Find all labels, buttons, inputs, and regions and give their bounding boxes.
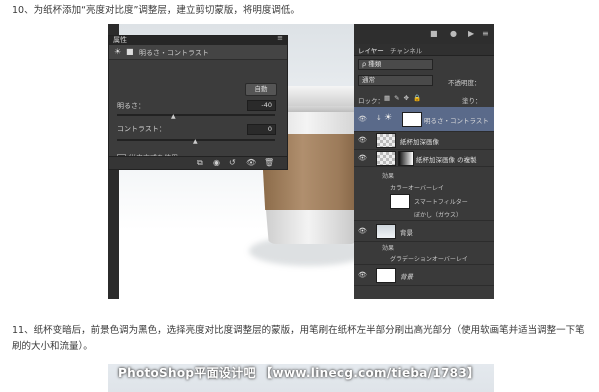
layer-thumbnail[interactable] [376, 133, 396, 148]
reset-icon[interactable]: ↺ [229, 158, 236, 167]
layer-thumbnail[interactable] [376, 151, 396, 166]
filter-kind-select[interactable]: ρ 種類 [358, 59, 433, 70]
brightness-label: 明るさ： [117, 102, 145, 110]
eye-icon[interactable]: 👁 [358, 115, 367, 123]
contrast-label: コントラスト： [117, 125, 166, 133]
clip-arrow-icon: ↓ [376, 114, 382, 122]
properties-tab[interactable]: 属性 [113, 35, 127, 45]
layer-name: 背景 [400, 273, 413, 281]
opacity-label: 不透明度： [448, 79, 481, 87]
layers-toolbar: ■ ● ▶ ≡ [354, 24, 494, 44]
record-icon[interactable]: ● [450, 29, 457, 38]
effects-label: 効果 [382, 245, 395, 252]
lock-icons[interactable]: ▦✎✥🔒 [384, 94, 444, 102]
smart-filter-label[interactable]: スマートフィルター [414, 197, 468, 206]
properties-titlebar: 属性 ≡ [109, 34, 287, 45]
step-11-text: 11、纸杯变暗后，前景色调为黑色，选择亮度对比度调整层的蒙版，用笔刷在纸杯左半部… [12, 325, 585, 352]
properties-adjustment-header: ☀ ■ 明るさ・コントラスト [109, 45, 287, 60]
tab-channels[interactable]: チャンネル [390, 45, 422, 55]
layer-mask-thumbnail[interactable] [402, 112, 422, 127]
eye-icon[interactable]: 👁 [358, 271, 367, 279]
view-previous-icon[interactable]: ◉ [213, 158, 220, 167]
layer-thumbnail[interactable] [376, 224, 396, 239]
effect-color-overlay[interactable]: カラーオーバーレイ [390, 183, 444, 192]
contrast-value-field[interactable]: 0 [247, 124, 276, 135]
layers-tabs: レイヤー チャンネル [354, 44, 494, 56]
properties-footer: ⧉ ◉ ↺ 👁 🗑 [109, 156, 287, 169]
layers-panel: ■ ● ▶ ≡ レイヤー チャンネル ρ 種類 通常 不透明度： ロック： ▦✎… [354, 24, 494, 299]
trash-icon[interactable]: 🗑 [264, 158, 274, 167]
adjustment-name: 明るさ・コントラスト [139, 49, 209, 57]
photoshop-screenshot: 属性 ≡ ☀ ■ 明るさ・コントラスト 自動 明るさ： -40 ▲ コントラスト… [108, 24, 494, 299]
fill-label: 塗り： [462, 97, 482, 105]
brightness-slider-thumb[interactable]: ▲ [171, 113, 176, 120]
layer-row[interactable]: 👁 紙杯加深画像 [354, 131, 494, 150]
layer-row[interactable]: 👁 紙杯加深画像 の複製 [354, 149, 494, 167]
brightness-icon: ☀ [384, 113, 393, 123]
tab-layers[interactable]: レイヤー [358, 45, 384, 55]
clip-to-layer-icon[interactable]: ⧉ [197, 158, 203, 168]
properties-panel: 属性 ≡ ☀ ■ 明るさ・コントラスト 自動 明るさ： -40 ▲ コントラスト… [108, 34, 288, 170]
layer-name: 紙杯加深画像 [400, 138, 439, 146]
brightness-slider-track[interactable] [117, 114, 275, 116]
gaussian-blur-filter[interactable]: ぼかし（ガウス） [414, 210, 462, 219]
list-icon[interactable]: ≡ [482, 29, 489, 38]
eye-icon[interactable]: 👁 [358, 136, 367, 144]
layer-name: 明るさ・コントラスト [424, 117, 489, 125]
watermark: PhotoShop平面设计吧 【www.linecg.com/tieba/178… [118, 366, 480, 380]
step-10-text: 10、为纸杯添加“亮度对比度”调整层，建立剪切蒙版，将明度调低。 [12, 5, 300, 16]
layer-thumbnail[interactable] [376, 268, 396, 283]
contrast-slider-thumb[interactable]: ▲ [193, 138, 198, 145]
panel-menu-icon[interactable]: ≡ [277, 34, 283, 42]
smart-filter-thumbnail [390, 194, 410, 209]
layer-row[interactable]: 👁 背景 [354, 264, 494, 286]
eye-icon[interactable]: 👁 [358, 154, 367, 162]
eye-icon[interactable]: 👁 [358, 227, 367, 235]
layer-row[interactable]: 👁 背景 [354, 220, 494, 242]
brightness-icon: ☀ [114, 47, 122, 56]
auto-button[interactable]: 自動 [245, 83, 277, 96]
effects-label: 効果 [382, 173, 395, 180]
blend-mode-select[interactable]: 通常 [358, 75, 433, 86]
mask-icon[interactable]: ■ [126, 47, 134, 56]
layer-name: 背景 [400, 229, 413, 237]
cup-bottom [266, 210, 354, 244]
visibility-icon[interactable]: 👁 [246, 158, 256, 167]
effect-gradient-overlay[interactable]: グラデーションオーバーレイ [390, 254, 468, 263]
layer-name: 紙杯加深画像 の複製 [416, 156, 477, 164]
play-icon[interactable]: ▶ [468, 29, 474, 38]
layer-mask-thumbnail[interactable] [398, 151, 414, 166]
brightness-value-field[interactable]: -40 [247, 100, 276, 111]
menu-icon[interactable]: ■ [430, 29, 438, 38]
layer-row[interactable]: 👁 ↓ ☀ 明るさ・コントラスト [354, 107, 494, 132]
